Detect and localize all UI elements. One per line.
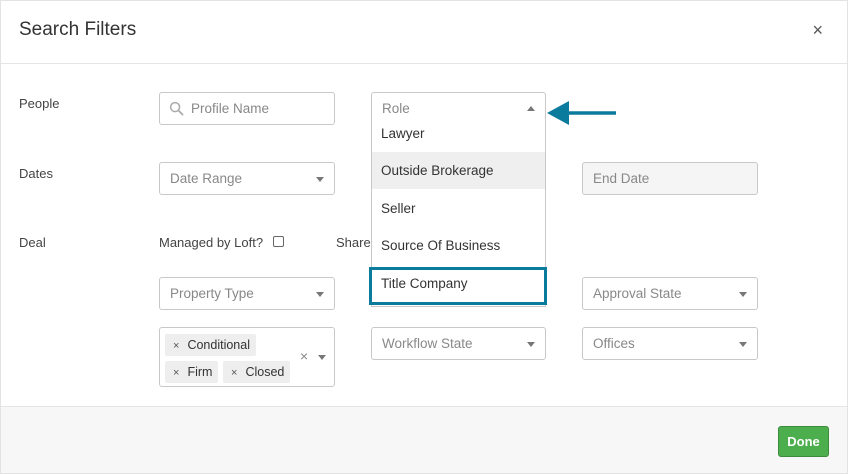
managed-by-loft-label: Managed by Loft? — [159, 235, 264, 250]
modal-title: Search Filters — [19, 19, 137, 40]
chevron-down-icon[interactable] — [318, 355, 326, 360]
modal-footer — [1, 406, 847, 473]
date-range-select[interactable]: Date Range — [159, 162, 335, 195]
offices-placeholder: Offices — [593, 336, 635, 351]
remove-tag-icon[interactable]: × — [173, 340, 179, 352]
remove-tag-icon[interactable]: × — [231, 367, 237, 379]
status-tag-label: Closed — [245, 365, 285, 379]
dates-label: Dates — [19, 166, 53, 181]
chevron-down-icon — [739, 342, 747, 347]
status-tag-conditional: × Conditional — [165, 334, 256, 356]
search-filters-modal: Search Filters × People Profile Name Rol… — [0, 0, 848, 474]
status-tag-label: Conditional — [187, 338, 250, 352]
profile-name-input[interactable]: Profile Name — [159, 92, 335, 125]
date-range-placeholder: Date Range — [170, 171, 243, 186]
chevron-up-icon — [527, 106, 535, 111]
managed-by-loft-checkbox[interactable] — [273, 236, 284, 247]
approval-state-select[interactable]: Approval State — [582, 277, 758, 310]
status-tag-firm: × Firm — [165, 361, 219, 383]
deal-label: Deal — [19, 235, 46, 250]
workflow-state-placeholder: Workflow State — [382, 336, 473, 351]
chevron-down-icon — [316, 177, 324, 182]
role-option-outside-brokerage[interactable]: Outside Brokerage — [372, 152, 545, 189]
property-type-select[interactable]: Property Type — [159, 277, 335, 310]
done-button[interactable]: Done — [778, 426, 829, 457]
offices-select[interactable]: Offices — [582, 327, 758, 360]
people-label: People — [19, 96, 60, 111]
search-icon — [169, 101, 184, 116]
chevron-down-icon — [739, 292, 747, 297]
role-option-source-of-business[interactable]: Source Of Business — [372, 227, 545, 264]
deal-status-multiselect[interactable]: × Conditional × Firm × Closed × — [159, 327, 335, 387]
workflow-state-select[interactable]: Workflow State — [371, 327, 546, 360]
approval-state-placeholder: Approval State — [593, 286, 682, 301]
role-option-lawyer[interactable]: Lawyer — [372, 124, 545, 152]
role-option-title-company[interactable]: Title Company — [372, 265, 545, 302]
role-placeholder: Role — [382, 101, 410, 116]
close-icon[interactable]: × — [812, 20, 823, 40]
property-type-placeholder: Property Type — [170, 286, 254, 301]
status-tag-closed: × Closed — [223, 361, 291, 383]
role-dropdown-menu: Lawyer Outside Brokerage Seller Source O… — [371, 124, 546, 307]
status-tag-label: Firm — [187, 365, 213, 379]
shared-label: Share — [336, 235, 371, 250]
remove-tag-icon[interactable]: × — [173, 367, 179, 379]
profile-name-placeholder: Profile Name — [191, 101, 270, 116]
clear-all-icon[interactable]: × — [300, 348, 308, 364]
arrow-left-icon — [547, 101, 616, 125]
chevron-down-icon — [527, 342, 535, 347]
role-option-seller[interactable]: Seller — [372, 190, 545, 227]
role-select[interactable]: Role — [371, 92, 546, 125]
end-date-placeholder: End Date — [593, 171, 650, 186]
modal-header: Search Filters × — [1, 1, 847, 64]
end-date-input[interactable]: End Date — [582, 162, 758, 195]
chevron-down-icon — [316, 292, 324, 297]
